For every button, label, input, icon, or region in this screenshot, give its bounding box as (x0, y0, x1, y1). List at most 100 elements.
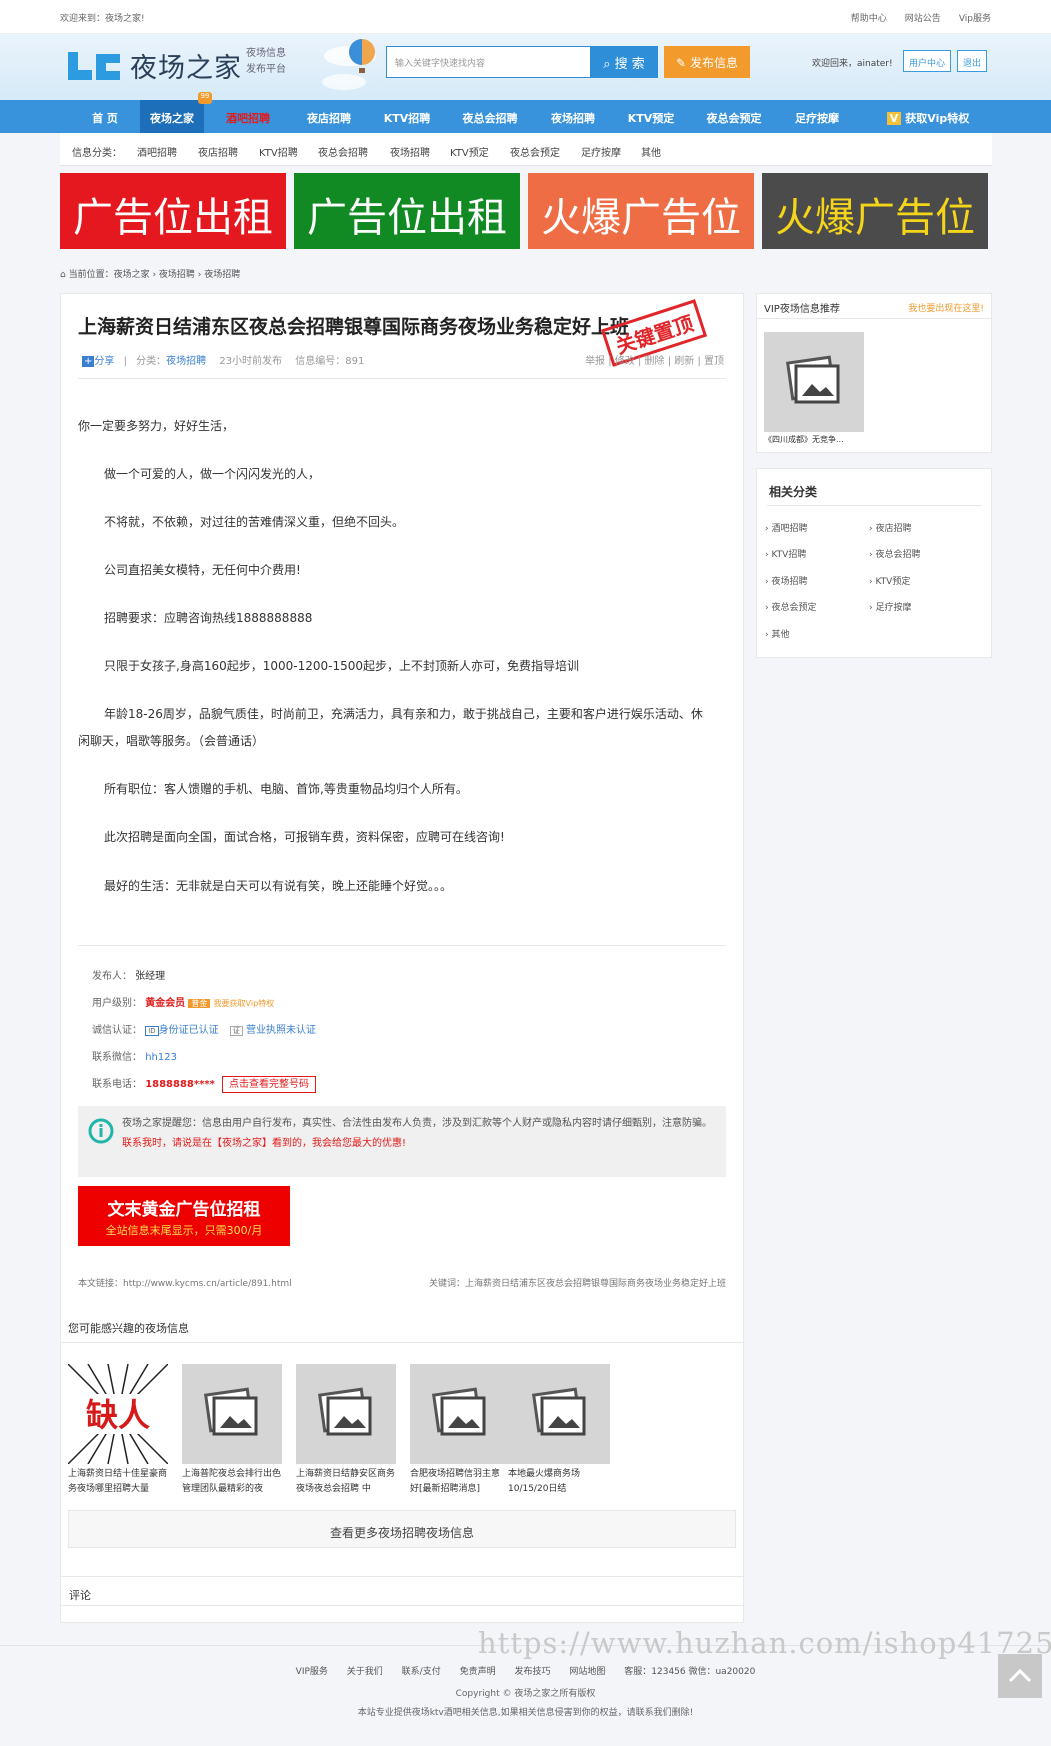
bottom-ad-banner[interactable]: 文末黄金广告位招租 全站信息末尾显示，只需300/月 (78, 1186, 290, 1246)
nav-ktv-book[interactable]: KTV预定 (616, 100, 686, 133)
nav-home[interactable]: 首 页 (80, 100, 130, 133)
article-url[interactable]: 本文链接：http://www.kycms.cn/article/891.htm… (78, 1279, 292, 1289)
category-link[interactable]: › 夜总会预定 (765, 600, 816, 613)
member-level: 黄金会员 (145, 998, 186, 1009)
delete-link[interactable]: 删除 (645, 356, 665, 367)
category-link[interactable]: › 夜总会招聘 (869, 547, 920, 560)
subnav-item[interactable]: 夜场招聘 (390, 144, 430, 159)
cert-row: 诚信认证： ID 身份证已认证 证 营业执照未认证 (92, 1025, 317, 1036)
related-thumb[interactable] (296, 1364, 396, 1464)
category-link[interactable]: › KTV预定 (869, 574, 910, 587)
related-thumb[interactable]: 缺人 (67, 1363, 169, 1465)
category-link[interactable]: › 足疗按摩 (869, 600, 911, 613)
logo-icon[interactable] (66, 50, 122, 84)
footer-link[interactable]: 免责声明 (460, 1667, 496, 1677)
image-placeholder-icon (318, 1387, 372, 1436)
nav-club-recruit[interactable]: 夜店招聘 (294, 100, 364, 133)
category-link[interactable]: › 夜店招聘 (869, 521, 911, 534)
ad-banner-3[interactable]: 火爆广告位 (528, 173, 754, 249)
divider (78, 945, 726, 946)
edit-link[interactable]: 修改 (615, 356, 635, 367)
view-phone-button[interactable]: 点击查看完整号码 (222, 1076, 316, 1093)
search-button[interactable]: ⌕ 搜 索 (590, 46, 658, 78)
footer-link[interactable]: 网站地图 (569, 1667, 605, 1677)
related-caption[interactable]: 本地最火爆商务场10/15/20日结 (508, 1467, 612, 1497)
sticky-link[interactable]: 置顶 (704, 356, 724, 367)
logo-text[interactable]: 夜场之家 (130, 46, 242, 85)
subnav-item[interactable]: 夜店招聘 (198, 144, 238, 159)
category-subnav: 信息分类： 酒吧招聘 夜店招聘 KTV招聘 夜总会招聘 夜场招聘 KTV预定 夜… (60, 133, 992, 166)
nav-ktv-recruit[interactable]: KTV招聘 (372, 100, 442, 133)
footer-link[interactable]: 关于我们 (347, 1667, 383, 1677)
category-link[interactable]: › 夜场招聘 (765, 574, 807, 587)
share-button[interactable]: + 分享 (82, 356, 114, 367)
nav-yechang-recruit[interactable]: 夜场招聘 (538, 100, 608, 133)
content-paragraph: 你一定要多努力，好好生活， (78, 419, 235, 433)
vip-service-link[interactable]: Vip服务 (959, 11, 991, 24)
edit-icon: ✎ (676, 56, 687, 70)
article-meta: + 分享 | 分类：夜场招聘 23小时前发布 信息编号：891 举报 | 修改 |… (82, 352, 724, 367)
footer-link[interactable]: 联系/支付 (402, 1667, 441, 1677)
disclaimer: 本站专业提供夜场ktv酒吧相关信息,如果相关信息侵害到你的权益，请联系我们删除! (357, 1708, 694, 1718)
subnav-item[interactable]: KTV招聘 (259, 144, 298, 159)
divider (78, 378, 726, 379)
category-link[interactable]: › KTV招聘 (765, 547, 806, 560)
related-caption[interactable]: 合肥夜场招聘信羽主意好[最新招聘消息] (410, 1467, 506, 1497)
vip-caption[interactable]: 《四川成都》无竞争... (764, 434, 844, 445)
footer-link[interactable]: 发布技巧 (514, 1667, 550, 1677)
post-info-button[interactable]: ✎ 发布信息 (664, 46, 750, 78)
logout-button[interactable]: 退出 (957, 50, 988, 72)
vip-thumb[interactable] (764, 332, 864, 432)
category-link[interactable]: 夜场招聘 (166, 356, 206, 367)
nav-vip[interactable]: V 获取Vip特权 (872, 100, 984, 133)
watermark: https://www.huzhan.com/ishop41725 (478, 1626, 1051, 1660)
category-link[interactable]: › 其他 (765, 627, 789, 640)
category-link[interactable]: › 酒吧招聘 (765, 521, 807, 534)
report-link[interactable]: 举报 (585, 356, 605, 367)
related-caption[interactable]: 上海薪资日结十佳星豪商务夜场哪里招聘大量 (68, 1467, 172, 1497)
divider (757, 318, 991, 319)
announcement-link[interactable]: 网站公告 (905, 11, 941, 24)
view-more-button[interactable]: 查看更多夜场招聘夜场信息 (68, 1510, 736, 1548)
nav-nightclub-book[interactable]: 夜总会预定 (694, 100, 774, 133)
vip-join-link[interactable]: 我也要出现在这里! (908, 301, 984, 314)
footer-link[interactable]: VIP服务 (296, 1667, 328, 1677)
nav-nightclub-recruit[interactable]: 夜总会招聘 (452, 100, 528, 133)
subnav-item[interactable]: 酒吧招聘 (137, 144, 177, 159)
nav-bar-recruit[interactable]: 酒吧招聘 (212, 100, 284, 133)
subnav-item[interactable]: 夜总会招聘 (318, 144, 368, 159)
ad-banner-1[interactable]: 广告位出租 (60, 173, 286, 249)
nav-badge: 99 (198, 92, 212, 104)
id-verified: 身份证已认证 (158, 1025, 219, 1036)
search-icon: ⌕ (603, 57, 611, 72)
get-vip-link[interactable]: 我要获取Vip特权 (214, 999, 275, 1008)
wechat-row: 联系微信： hh123 (92, 1052, 177, 1063)
related-caption[interactable]: 上海普陀夜总会排行出色管理团队最精彩的夜 (182, 1467, 286, 1497)
help-center-link[interactable]: 帮助中心 (851, 11, 887, 24)
subnav-item[interactable]: KTV预定 (450, 144, 489, 159)
related-thumb[interactable] (510, 1364, 610, 1464)
user-center-button[interactable]: 用户中心 (903, 50, 952, 72)
license-unverified: 营业执照未认证 (246, 1025, 317, 1036)
search-input[interactable]: 输入关键字快速找内容 (386, 46, 592, 78)
subnav-item[interactable]: 足疗按摩 (581, 144, 621, 159)
wanted-image: 缺人 (67, 1363, 169, 1465)
ad-banner-4[interactable]: 火爆广告位 (762, 173, 988, 249)
safety-notice: 夜场之家提醒您：信息由用户自行发布，真实性、合法性由发布人负责，涉及到汇款等个人… (78, 1106, 726, 1177)
refresh-link[interactable]: 刷新 (674, 356, 694, 367)
breadcrumb: ⌂ 当前位置：夜场之家 › 夜场招聘 › 夜场招聘 (60, 270, 241, 280)
ad-banner-2[interactable]: 广告位出租 (294, 173, 520, 249)
nav-yecheng[interactable]: 夜场之家 (140, 100, 204, 133)
image-placeholder-icon (204, 1387, 258, 1436)
main-nav: 首 页 夜场之家 99 酒吧招聘 夜店招聘 KTV招聘 夜总会招聘 夜场招聘 K… (0, 92, 1051, 133)
poster-name: 张经理 (135, 971, 166, 982)
subnav-item[interactable]: 夜总会预定 (510, 144, 560, 159)
nav-foot-massage[interactable]: 足疗按摩 (782, 100, 852, 133)
back-to-top-button[interactable] (998, 1654, 1042, 1698)
related-caption[interactable]: 上海薪资日结静安区商务夜场夜总会招聘 中 (296, 1467, 400, 1497)
related-thumb[interactable] (410, 1364, 510, 1464)
related-thumb[interactable] (182, 1364, 282, 1464)
subnav-item[interactable]: 其他 (641, 144, 661, 159)
image-placeholder-icon (532, 1387, 586, 1436)
welcome-text: 欢迎来到：夜场之家! (60, 14, 145, 24)
